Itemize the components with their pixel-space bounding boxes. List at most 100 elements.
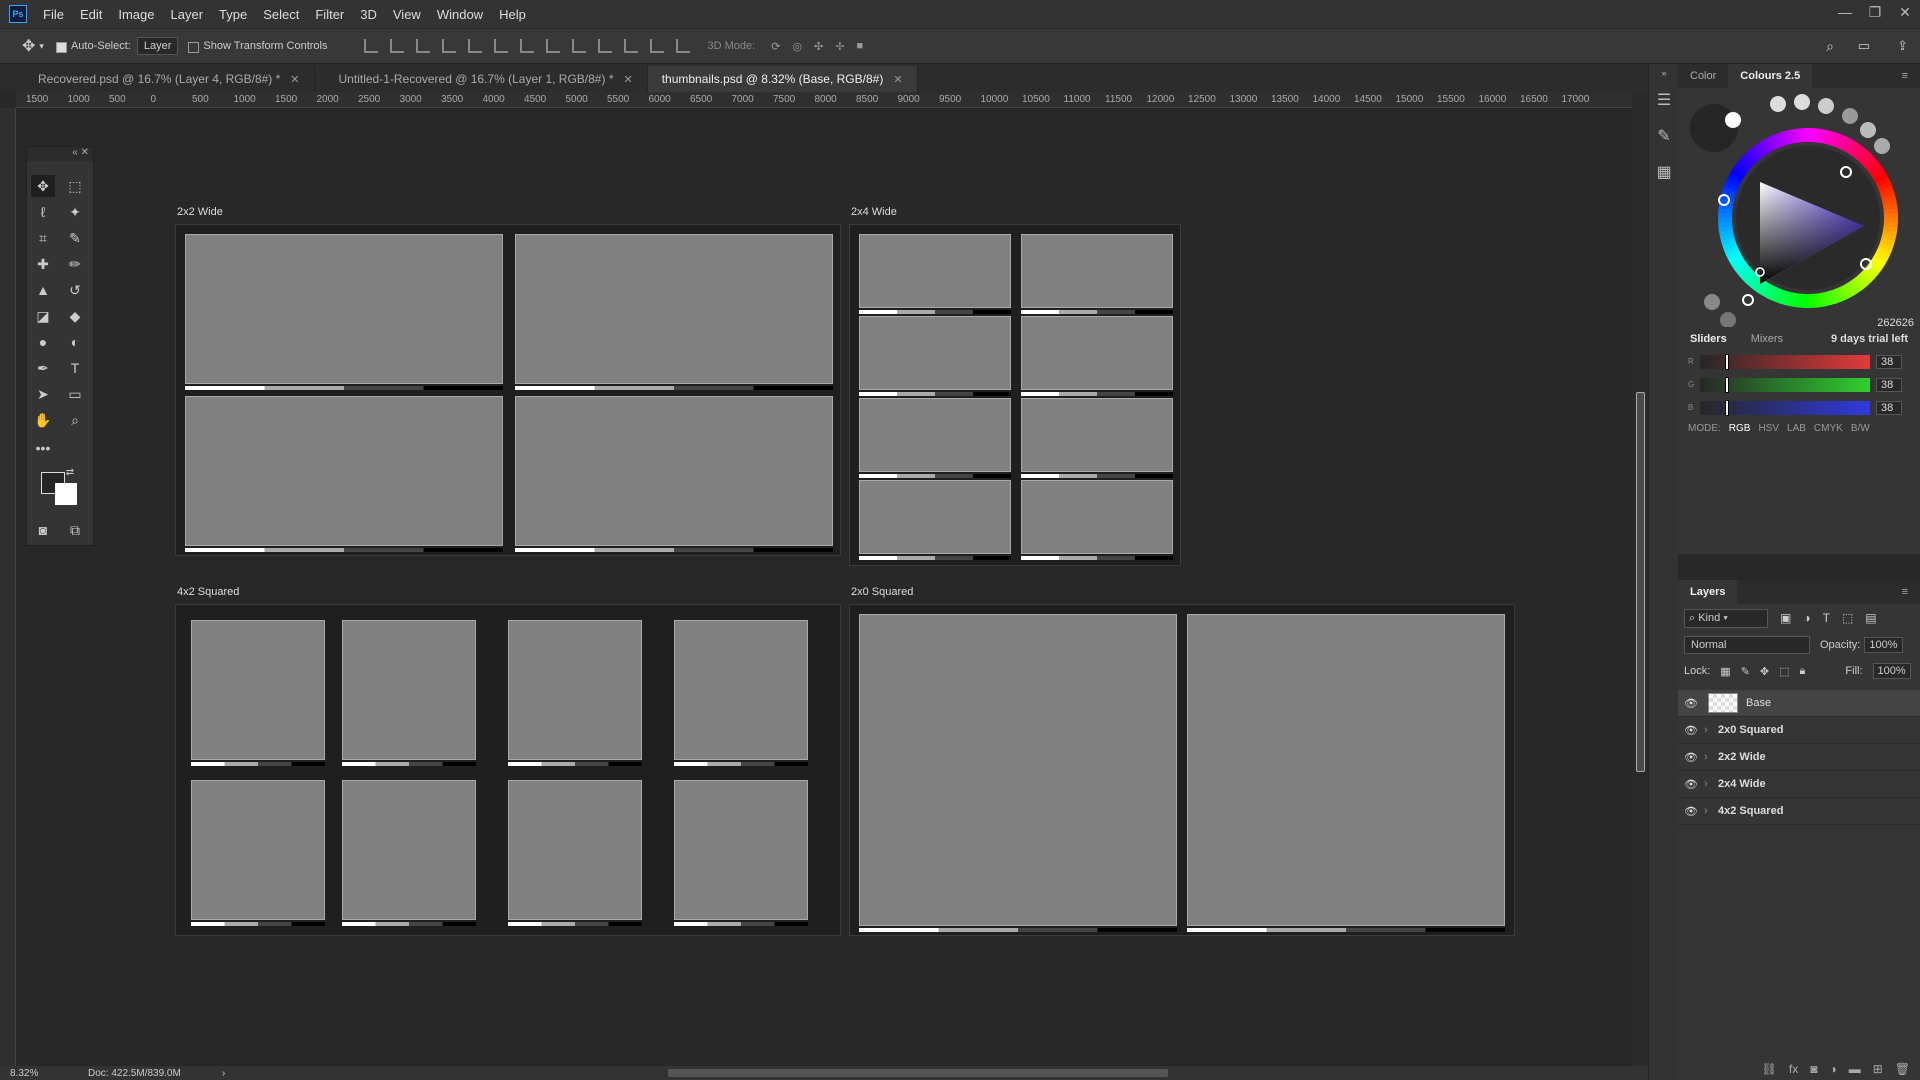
move-tool-icon[interactable]: ✥ xyxy=(31,175,55,197)
align-top-icon[interactable] xyxy=(363,39,378,53)
layer-row[interactable]: 👁︎ › 4x2 Squared xyxy=(1678,798,1920,825)
filter-type-icon[interactable]: T xyxy=(1823,611,1830,625)
filter-pixel-icon[interactable]: ▣ xyxy=(1780,611,1791,625)
filter-shape-icon[interactable]: ⬚ xyxy=(1842,611,1853,625)
blur-tool-icon[interactable]: ● xyxy=(31,331,55,353)
show-transform-checkbox[interactable] xyxy=(188,41,200,53)
distribute-top-icon[interactable] xyxy=(519,39,534,53)
lasso-tool-icon[interactable]: ℓ xyxy=(31,201,55,223)
menu-image[interactable]: Image xyxy=(110,7,162,22)
tab-thumbnails[interactable]: thumbnails.psd @ 8.32% (Base, RGB/8#) ✕ xyxy=(647,66,918,92)
current-color-swatch[interactable] xyxy=(1690,104,1738,152)
visibility-eye-icon[interactable]: 👁︎ xyxy=(1678,778,1704,791)
channel-slider[interactable] xyxy=(1700,399,1870,416)
fx-icon[interactable]: fx xyxy=(1789,1062,1798,1076)
preset-icon[interactable] xyxy=(1794,94,1810,110)
magic-wand-icon[interactable]: ✦ xyxy=(63,201,87,223)
more-tools-icon[interactable]: ••• xyxy=(31,437,55,459)
restore-button[interactable]: ❐ xyxy=(1860,0,1890,24)
menu-filter[interactable]: Filter xyxy=(307,7,352,22)
chevron-right-icon[interactable]: › xyxy=(1704,751,1718,763)
brush-settings-icon[interactable]: ✎ xyxy=(1649,118,1679,154)
swap-colors-icon[interactable]: ⇄ xyxy=(63,465,77,479)
visibility-eye-icon[interactable]: 👁︎ xyxy=(1678,751,1704,764)
tab-untitled-recovered[interactable]: Untitled-1-Recovered @ 16.7% (Layer 1, R… xyxy=(314,66,648,92)
fill-input[interactable]: 100% xyxy=(1872,663,1911,679)
zoom-level[interactable]: 8.32% xyxy=(10,1068,70,1079)
scroll-thumb[interactable] xyxy=(1636,392,1645,772)
type-tool-icon[interactable]: T xyxy=(63,357,87,379)
visibility-eye-icon[interactable]: 👁︎ xyxy=(1678,697,1704,710)
background-color-swatch[interactable] xyxy=(55,483,77,505)
move-tool-icon[interactable]: ✥ xyxy=(22,36,35,56)
artboard-label[interactable]: 2x4 Wide xyxy=(851,206,897,218)
3d-scale-icon[interactable]: ■ xyxy=(856,40,863,52)
artboard-label[interactable]: 2x0 Squared xyxy=(851,586,913,598)
vertical-scrollbar[interactable] xyxy=(1633,92,1648,1066)
align-vcenter-icon[interactable] xyxy=(389,39,404,53)
new-layer-icon[interactable]: ⊞ xyxy=(1873,1062,1883,1076)
close-icon[interactable]: ✕ xyxy=(623,73,632,86)
preset-icon[interactable] xyxy=(1874,138,1890,154)
mode-rgb[interactable]: RGB xyxy=(1729,423,1751,434)
distribute-left-icon[interactable] xyxy=(597,39,612,53)
crop-tool-icon[interactable]: ⌗ xyxy=(31,227,55,249)
workspace-icon[interactable]: ▭ xyxy=(1858,38,1870,54)
layer-row[interactable]: 👁︎ › 2x0 Squared xyxy=(1678,717,1920,744)
properties-icon[interactable]: ☰ xyxy=(1649,82,1679,118)
share-icon[interactable]: ⇪ xyxy=(1897,38,1908,54)
quick-mask-icon[interactable]: ◙ xyxy=(31,519,55,541)
filter-adjust-icon[interactable]: ◑ xyxy=(1803,611,1810,625)
healing-brush-icon[interactable]: ✚ xyxy=(31,253,55,275)
visibility-eye-icon[interactable]: 👁︎ xyxy=(1678,724,1704,737)
stamp-tool-icon[interactable]: ▲ xyxy=(31,279,55,301)
menu-help[interactable]: Help xyxy=(491,7,534,22)
collapse-icon[interactable]: » xyxy=(1649,64,1679,82)
search-icon[interactable]: ⌕ xyxy=(1826,38,1834,55)
menu-window[interactable]: Window xyxy=(429,7,491,22)
tab-mixers[interactable]: Mixers xyxy=(1739,333,1795,345)
layer-row[interactable]: 👁︎ Base xyxy=(1678,690,1920,717)
auto-select-checkbox[interactable] xyxy=(55,41,67,53)
marquee-tool-icon[interactable]: ⬚ xyxy=(63,175,87,197)
lock-artboard-icon[interactable]: ⬚ xyxy=(1779,665,1789,678)
channel-value-input[interactable]: 38 xyxy=(1876,400,1902,415)
distribute-bottom-icon[interactable] xyxy=(571,39,586,53)
paint-bucket-icon[interactable]: ◆ xyxy=(63,305,87,327)
pen-tool-icon[interactable]: ✒ xyxy=(31,357,55,379)
menu-edit[interactable]: Edit xyxy=(72,7,110,22)
slider-handle[interactable] xyxy=(1724,399,1729,416)
lock-pixels-icon[interactable]: ✎ xyxy=(1741,665,1750,678)
rectangle-tool-icon[interactable]: ▭ xyxy=(63,383,87,405)
chevron-right-icon[interactable]: › xyxy=(1704,805,1718,817)
panel-menu-icon[interactable]: ≡ xyxy=(1890,70,1920,82)
3d-roll-icon[interactable]: ◎ xyxy=(792,40,802,53)
channel-slider[interactable] xyxy=(1700,353,1870,370)
history-brush-icon[interactable]: ↺ xyxy=(63,279,87,301)
lock-position-icon[interactable]: ✥ xyxy=(1760,665,1769,678)
filter-smart-icon[interactable]: ▤ xyxy=(1865,611,1876,625)
tab-recovered[interactable]: Recovered.psd @ 16.7% (Layer 4, RGB/8#) … xyxy=(0,66,315,92)
eyedropper-icon[interactable]: ✎ xyxy=(63,227,87,249)
3d-orbit-icon[interactable]: ⟳ xyxy=(771,40,780,53)
mode-bw[interactable]: B/W xyxy=(1851,423,1870,434)
panel-menu-icon[interactable]: ≡ xyxy=(1890,586,1920,598)
chevron-right-icon[interactable]: › xyxy=(1704,724,1718,736)
doc-size[interactable]: Doc: 422.5M/839.0M xyxy=(88,1068,181,1079)
auto-select-dropdown[interactable]: Layer xyxy=(136,37,179,55)
toolbox-header[interactable]: « ✕ xyxy=(27,147,93,161)
distribute-hcenter-icon[interactable] xyxy=(623,39,638,53)
path-select-icon[interactable]: ➤ xyxy=(31,383,55,405)
kind-dropdown[interactable]: ⌕ Kind ▾ xyxy=(1684,608,1768,628)
layer-row[interactable]: 👁︎ › 2x4 Wide xyxy=(1678,771,1920,798)
blend-mode-dropdown[interactable]: Normal xyxy=(1684,636,1810,654)
distribute-right-icon[interactable] xyxy=(649,39,664,53)
3d-pan-icon[interactable]: ✣ xyxy=(814,40,823,53)
menu-layer[interactable]: Layer xyxy=(163,7,212,22)
mode-cmyk[interactable]: CMYK xyxy=(1814,423,1843,434)
preset-icon[interactable] xyxy=(1704,294,1720,310)
auto-align-icon[interactable] xyxy=(675,39,690,53)
hex-label[interactable]: 262626 xyxy=(1877,317,1914,328)
close-button[interactable]: ✕ xyxy=(1890,0,1920,24)
slider-handle[interactable] xyxy=(1724,353,1729,370)
